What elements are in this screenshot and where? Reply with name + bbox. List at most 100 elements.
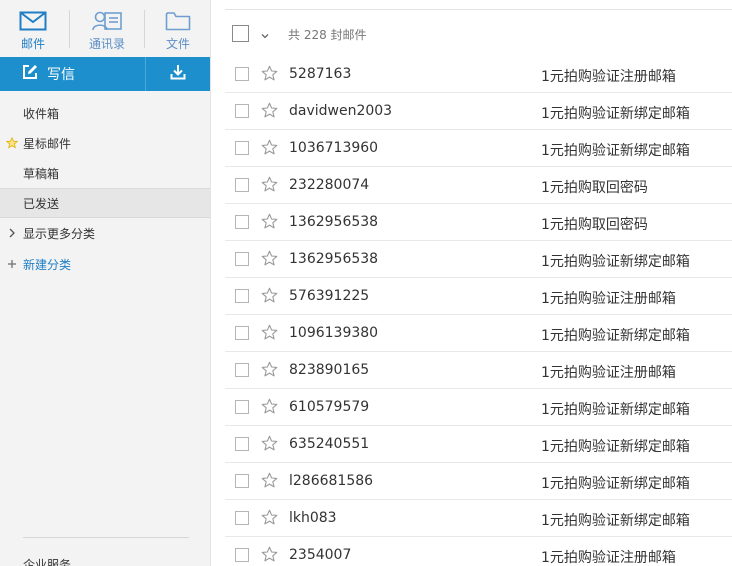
mail-subject: 1元拍购验证新绑定邮箱 (541, 254, 690, 270)
mail-sender: 635240551 (289, 436, 370, 452)
star-outline-icon[interactable] (261, 102, 278, 119)
mail-subject: 1元拍购验证新绑定邮箱 (541, 476, 690, 492)
mail-count: 共 228 封邮件 (288, 28, 367, 42)
mail-sender: 1036713960 (289, 140, 379, 156)
receive-mail-button[interactable] (146, 57, 210, 91)
enterprise-service-link[interactable]: 企业服务 (23, 556, 71, 566)
star-outline-icon[interactable] (261, 324, 278, 341)
row-checkbox[interactable] (235, 67, 249, 81)
mail-subject: 1元拍购取回密码 (541, 217, 648, 233)
create-folder[interactable]: 新建分类 (0, 249, 210, 279)
folder-inbox[interactable]: 收件箱 (0, 98, 210, 128)
nav-files[interactable]: 文件 (147, 0, 209, 57)
mail-list-panel: 共 228 封邮件 5287163 1元拍购验证注册邮箱 davidwen200… (210, 0, 732, 566)
mail-subject: 1元拍购验证新绑定邮箱 (541, 513, 690, 529)
folder-drafts[interactable]: 草稿箱 (0, 158, 210, 188)
mail-sender: 232280074 (289, 177, 370, 193)
mail-row[interactable]: davidwen2003 1元拍购验证新绑定邮箱 (225, 93, 732, 130)
row-checkbox[interactable] (235, 363, 249, 377)
folder-icon (165, 9, 191, 33)
row-checkbox[interactable] (235, 400, 249, 414)
download-icon (170, 64, 186, 84)
folder-starred[interactable]: 星标邮件 (0, 128, 210, 158)
contact-card-icon (91, 9, 123, 33)
nav-mail[interactable]: 邮件 (0, 0, 66, 57)
mail-sender: 1362956538 (289, 251, 379, 267)
edit-icon (22, 64, 38, 84)
mail-row[interactable]: l286681586 1元拍购验证新绑定邮箱 (225, 463, 732, 500)
mail-app: 邮件 通讯录 文件 写信 收件箱 星标邮件 草稿箱 已发送 显示更多分类 新建分… (0, 0, 732, 566)
row-checkbox[interactable] (235, 326, 249, 340)
folder-label: 新建分类 (23, 257, 72, 272)
compose-bar: 写信 (0, 57, 210, 91)
sidebar-divider (23, 537, 189, 538)
show-more-folders[interactable]: 显示更多分类 (0, 218, 210, 248)
mail-sender: 5287163 (289, 66, 352, 82)
compose-button[interactable]: 写信 (0, 57, 145, 91)
star-outline-icon[interactable] (261, 472, 278, 489)
folder-label: 收件箱 (23, 106, 60, 121)
mail-row[interactable]: lkh083 1元拍购验证新绑定邮箱 (225, 500, 732, 537)
row-checkbox[interactable] (235, 215, 249, 229)
star-outline-icon[interactable] (261, 250, 278, 267)
mail-row[interactable]: 1036713960 1元拍购验证新绑定邮箱 (225, 130, 732, 167)
star-outline-icon[interactable] (261, 287, 278, 304)
mail-subject: 1元拍购验证注册邮箱 (541, 550, 676, 566)
mail-row[interactable]: 1362956538 1元拍购验证新绑定邮箱 (225, 241, 732, 278)
mail-subject: 1元拍购验证注册邮箱 (541, 69, 676, 85)
mail-row[interactable]: 610579579 1元拍购验证新绑定邮箱 (225, 389, 732, 426)
mail-sender: lkh083 (289, 510, 337, 526)
row-checkbox[interactable] (235, 178, 249, 192)
nav-contacts[interactable]: 通讯录 (72, 0, 142, 57)
mail-sender: 823890165 (289, 362, 370, 378)
star-outline-icon[interactable] (261, 398, 278, 415)
mail-sender: 610579579 (289, 399, 370, 415)
mail-subject: 1元拍购验证新绑定邮箱 (541, 402, 690, 418)
folder-label: 星标邮件 (23, 136, 72, 151)
mail-sender: 2354007 (289, 547, 352, 563)
row-checkbox[interactable] (235, 474, 249, 488)
mail-sender: 1362956538 (289, 214, 379, 230)
star-outline-icon[interactable] (261, 361, 278, 378)
folder-sent[interactable]: 已发送 (0, 188, 210, 218)
sidebar: 邮件 通讯录 文件 写信 收件箱 星标邮件 草稿箱 已发送 显示更多分类 新建分… (0, 0, 210, 566)
mail-subject: 1元拍购验证新绑定邮箱 (541, 328, 690, 344)
mail-subject: 1元拍购验证注册邮箱 (541, 291, 676, 307)
star-outline-icon[interactable] (261, 546, 278, 563)
mail-subject: 1元拍购验证新绑定邮箱 (541, 106, 690, 122)
star-outline-icon[interactable] (261, 176, 278, 193)
mail-row[interactable]: 232280074 1元拍购取回密码 (225, 167, 732, 204)
folder-label: 已发送 (23, 196, 60, 211)
mail-row[interactable]: 635240551 1元拍购验证新绑定邮箱 (225, 426, 732, 463)
row-checkbox[interactable] (235, 511, 249, 525)
mail-sender: 1096139380 (289, 325, 379, 341)
select-all-checkbox[interactable] (232, 25, 249, 42)
chevron-down-icon[interactable] (259, 27, 271, 39)
plus-icon (5, 249, 19, 279)
row-checkbox[interactable] (235, 252, 249, 266)
envelope-icon (19, 9, 47, 33)
row-checkbox[interactable] (235, 141, 249, 155)
folder-label: 草稿箱 (23, 166, 60, 181)
mail-row[interactable]: 823890165 1元拍购验证注册邮箱 (225, 352, 732, 389)
row-checkbox[interactable] (235, 104, 249, 118)
star-outline-icon[interactable] (261, 435, 278, 452)
row-checkbox[interactable] (235, 437, 249, 451)
mail-row[interactable]: 576391225 1元拍购验证注册邮箱 (225, 278, 732, 315)
mail-sender: davidwen2003 (289, 103, 393, 119)
mail-row[interactable]: 2354007 1元拍购验证注册邮箱 (225, 537, 732, 566)
mail-row[interactable]: 1362956538 1元拍购取回密码 (225, 204, 732, 241)
mail-subject: 1元拍购验证新绑定邮箱 (541, 439, 690, 455)
row-checkbox[interactable] (235, 548, 249, 562)
star-outline-icon[interactable] (261, 213, 278, 230)
star-icon (5, 128, 19, 158)
star-outline-icon[interactable] (261, 509, 278, 526)
nav-contacts-label: 通讯录 (88, 37, 125, 51)
row-checkbox[interactable] (235, 289, 249, 303)
mail-row[interactable]: 1096139380 1元拍购验证新绑定邮箱 (225, 315, 732, 352)
mail-subject: 1元拍购取回密码 (541, 180, 648, 196)
mail-sender: 576391225 (289, 288, 370, 304)
mail-row[interactable]: 5287163 1元拍购验证注册邮箱 (225, 56, 732, 93)
star-outline-icon[interactable] (261, 139, 278, 156)
star-outline-icon[interactable] (261, 65, 278, 82)
